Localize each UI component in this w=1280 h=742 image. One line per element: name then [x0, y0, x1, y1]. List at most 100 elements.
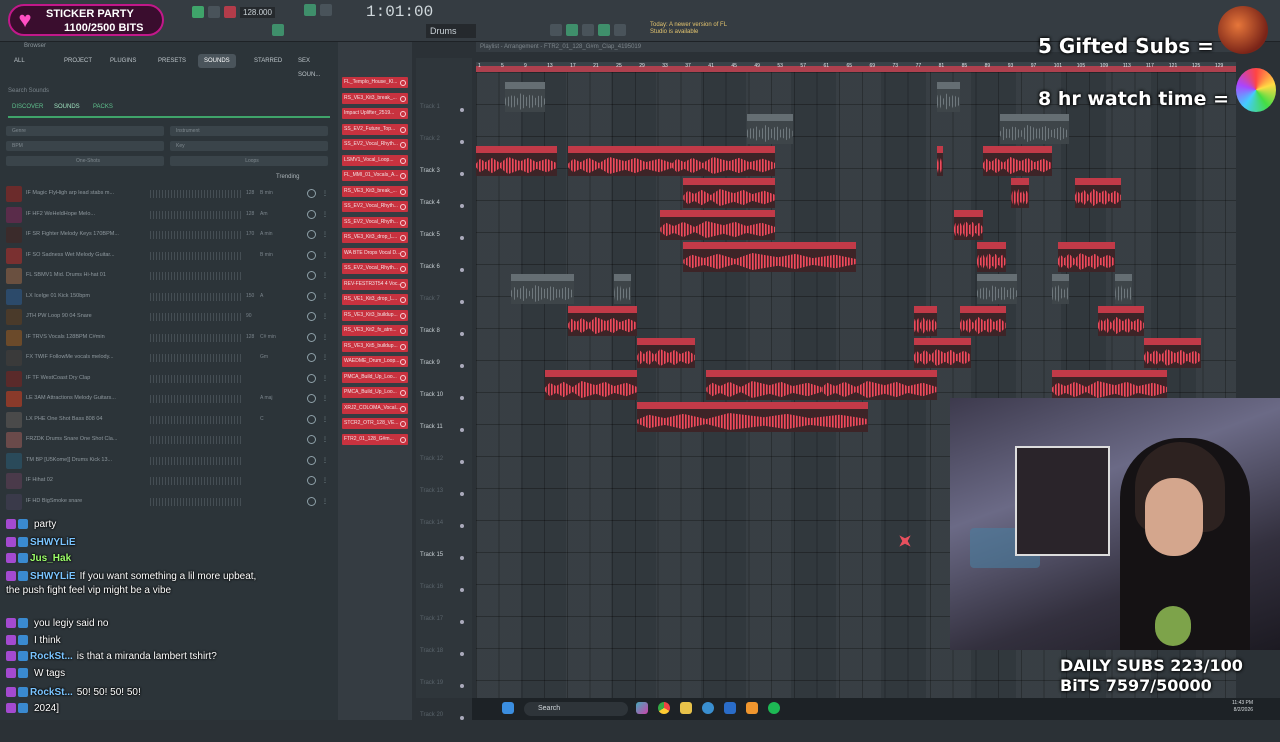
channel-button[interactable]: STCR2_OTR_128_VE... — [342, 418, 408, 429]
channel-button[interactable]: PMCA_Build_Up_Loo... — [342, 371, 408, 383]
channel-button[interactable]: WA BTE Drops Vocal D... — [342, 247, 408, 259]
audio-clip[interactable]: SS_02 » SS_02 — [1097, 306, 1144, 336]
more-menu-icon[interactable]: ⋮ — [322, 416, 328, 423]
track-enable-dot[interactable] — [460, 172, 464, 176]
snap-icon[interactable] — [272, 24, 284, 36]
audio-clip[interactable]: RS_VE3_Kit3_drop_loo...Gm_2790873 - Loop… — [1051, 370, 1167, 400]
audio-clip[interactable]: FL_72 — [1011, 178, 1029, 208]
preview-play-icon[interactable] — [307, 209, 316, 219]
channel-button[interactable]: RS_VE1_Kit3_drop_L... — [342, 294, 408, 305]
edge-icon[interactable] — [702, 702, 714, 714]
audio-clip[interactable]: RS_25 » RS_25 » RS_25 — [671, 146, 776, 176]
tab-sounds[interactable]: SOUNDS — [198, 54, 236, 68]
track-enable-dot[interactable] — [460, 268, 464, 272]
more-menu-icon[interactable]: ⋮ — [322, 190, 328, 197]
preview-play-icon[interactable] — [307, 332, 316, 342]
audio-clip[interactable]: RS_VE3_Kl_3399893 — [913, 338, 972, 368]
channel-button[interactable]: RS_VE3_Kit3_buildup... — [342, 309, 408, 321]
channel-button[interactable]: XRJ2_COLOMA_Vocal... — [342, 402, 408, 414]
channel-button[interactable]: RS_VE3_Kit5_buildup... — [342, 340, 408, 352]
more-menu-icon[interactable]: ⋮ — [322, 498, 328, 505]
sound-row[interactable]: FX TWIF FollowMe vocals melody... Gm ⋮ — [0, 348, 336, 368]
audio-clip[interactable] — [936, 82, 960, 112]
loops-toggle[interactable]: Loops — [170, 156, 328, 166]
track-enable-dot[interactable] — [460, 556, 464, 560]
sound-row[interactable]: TM BP [U5Kome]] Drums Kick 13... ⋮ — [0, 451, 336, 471]
track-label[interactable]: Track 1 — [420, 104, 468, 134]
channel-button[interactable]: SS_EV2_Vocal_Rhyth... — [342, 216, 408, 228]
channel-button[interactable]: FL_MMI_01_Vocals_A... — [342, 170, 408, 181]
track-label[interactable]: Track 12 — [420, 456, 468, 486]
chrome-icon[interactable] — [658, 702, 670, 714]
channel-rack-icon[interactable] — [582, 24, 594, 36]
sound-row[interactable]: IF TF WestCoast Dry Clap ⋮ — [0, 369, 336, 389]
channel-button[interactable]: WAEDME_Drum_Loop... — [342, 356, 408, 367]
more-menu-icon[interactable]: ⋮ — [322, 354, 328, 361]
track-enable-dot[interactable] — [460, 236, 464, 240]
track-enable-dot[interactable] — [460, 364, 464, 368]
piano-roll-icon[interactable] — [566, 24, 578, 36]
key-filter[interactable]: Key — [170, 141, 328, 151]
fl-studio-icon[interactable] — [746, 702, 758, 714]
tempo-display[interactable]: 128.000 — [240, 7, 275, 18]
audio-clip[interactable]: FL_VE3_Kit1... — [746, 114, 793, 144]
channel-button[interactable]: RS_VE3_Kit2_fx_atm... — [342, 325, 408, 336]
more-menu-icon[interactable]: ⋮ — [322, 293, 328, 300]
sound-row[interactable]: FL SBMV1 Mid. Drums Hi-hat 01 ⋮ — [0, 266, 336, 286]
spotify-icon[interactable] — [768, 702, 780, 714]
preview-play-icon[interactable] — [307, 455, 316, 465]
sound-row[interactable]: LX PHE One Shot Bass 808 04 C ⋮ — [0, 410, 336, 430]
song-mode-icon[interactable] — [320, 4, 332, 16]
subtab-packs[interactable]: PACKS — [93, 104, 113, 110]
sound-search-input[interactable]: Search Sounds — [8, 88, 328, 98]
audio-clip[interactable]: RS_VE3_3399945 » RS_VE3_3399945 — [637, 402, 868, 432]
track-label[interactable]: Track 11 — [420, 424, 468, 454]
track-enable-dot[interactable] — [460, 684, 464, 688]
track-enable-dot[interactable] — [460, 332, 464, 336]
preview-play-icon[interactable] — [307, 435, 316, 444]
stop-icon[interactable] — [208, 6, 220, 18]
preview-play-icon[interactable] — [307, 291, 316, 301]
oneshots-toggle[interactable]: One-Shots — [6, 156, 164, 166]
preview-play-icon[interactable] — [307, 496, 316, 506]
track-label[interactable]: Track 13 — [420, 488, 468, 518]
channel-button[interactable]: PMCA_Build_Up_Loo... — [342, 387, 408, 398]
sound-row[interactable]: IF HD BigSmoke snare ⋮ — [0, 492, 336, 512]
sound-row[interactable]: IF Magic FlyHigh arp lead stabs m... 128 B… — [0, 184, 336, 204]
more-menu-icon[interactable]: ⋮ — [322, 436, 328, 443]
outlook-icon[interactable] — [724, 702, 736, 714]
preview-play-icon[interactable] — [307, 353, 316, 362]
playlist-icon[interactable] — [598, 24, 610, 36]
audio-clip[interactable]: Reedi Climb B... — [683, 178, 776, 208]
preview-play-icon[interactable] — [307, 271, 316, 280]
audio-clip[interactable]: RS_VE3_Kl_3399893 — [637, 338, 695, 368]
audio-clip[interactable]: PMCA_B_323743 » PMCA_B_323743 — [660, 210, 776, 240]
track-label[interactable]: Track 2 — [420, 136, 468, 166]
audio-clip[interactable] — [1051, 274, 1070, 304]
audio-clip[interactable] — [936, 146, 943, 176]
audio-clip[interactable]: RS_VE3_Kl_3399893 — [1143, 338, 1202, 368]
more-menu-icon[interactable]: ⋮ — [322, 231, 328, 238]
more-menu-icon[interactable]: ⋮ — [322, 395, 328, 402]
play-icon[interactable] — [192, 6, 204, 18]
track-enable-dot[interactable] — [460, 716, 464, 720]
audio-clip[interactable] — [510, 274, 574, 304]
track-enable-dot[interactable] — [460, 396, 464, 400]
system-clock[interactable]: 11:43 PM 8/2/2026 — [1232, 700, 1253, 714]
channel-button[interactable]: RS_VE3_Kit3_drop_L... — [342, 232, 408, 243]
audio-clip[interactable] — [1115, 274, 1133, 304]
more-menu-icon[interactable]: ⋮ — [322, 272, 328, 279]
taskbar-search[interactable]: Search — [524, 702, 628, 716]
audio-clip[interactable]: FL_VE3_Kit1... — [999, 114, 1070, 144]
tab-sex-sounds[interactable]: SEX SOUN... — [292, 54, 334, 78]
sound-row[interactable]: IF SO Sadness Wet Melody Guitar... B min ⋮ — [0, 246, 336, 266]
track-enable-dot[interactable] — [460, 140, 464, 144]
channel-button[interactable]: REV-FESTR3T54 4 Voc... — [342, 278, 408, 290]
more-menu-icon[interactable]: ⋮ — [322, 375, 328, 382]
more-menu-icon[interactable]: ⋮ — [322, 477, 328, 484]
channel-button[interactable]: FTR2_01_128_G#m... — [342, 433, 408, 445]
pattern-selector[interactable]: Drums — [426, 24, 476, 38]
track-enable-dot[interactable] — [460, 524, 464, 528]
file-explorer-icon[interactable] — [680, 702, 692, 714]
track-label[interactable]: Track 8 — [420, 328, 468, 358]
